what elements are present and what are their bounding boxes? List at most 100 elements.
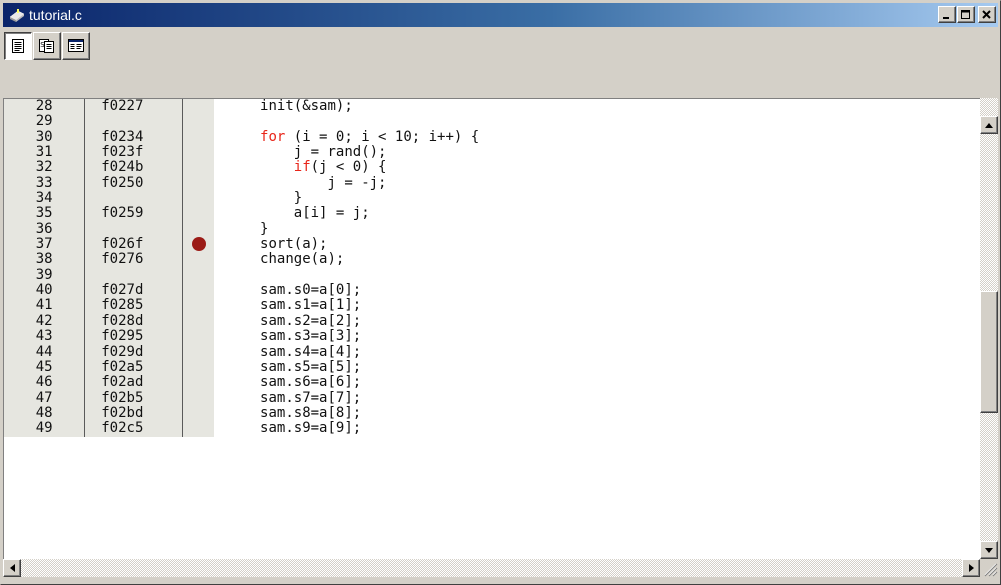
code-row[interactable]: 39 [4, 267, 981, 284]
breakpoint-gutter[interactable] [182, 390, 215, 406]
source-line: sort(a); [214, 236, 981, 253]
code-row[interactable]: 43 f0295 sam.s3=a[3]; [4, 328, 981, 345]
address: f0295 [84, 328, 184, 345]
code-row[interactable]: 28 f0227 init(&sam); [4, 98, 981, 115]
line-number: 31 [4, 144, 86, 161]
scroll-left-button[interactable] [3, 559, 21, 577]
breakpoint-gutter[interactable] [182, 359, 215, 376]
line-number: 32 [4, 160, 86, 176]
horizontal-scrollbar[interactable] [3, 559, 980, 577]
resize-grip-icon [984, 563, 998, 577]
source-line: if(j < 0) { [214, 159, 981, 176]
breakpoint-gutter[interactable] [182, 375, 215, 391]
breakpoint-icon[interactable] [191, 237, 206, 252]
source-text: j = -j; [327, 174, 387, 191]
code-row[interactable]: 29 [4, 113, 981, 130]
source-text: sam.s4=a[4]; [260, 343, 362, 360]
breakpoint-gutter[interactable] [182, 267, 215, 284]
breakpoint-gutter[interactable] [182, 160, 215, 176]
breakpoint-gutter[interactable] [182, 329, 215, 345]
code-row[interactable]: 38 f0276 change(a); [4, 252, 981, 268]
breakpoint-gutter[interactable] [182, 221, 215, 238]
keyword: if [293, 159, 311, 176]
scroll-right-button[interactable] [962, 559, 980, 577]
breakpoint-gutter[interactable] [182, 283, 215, 299]
breakpoint-gutter[interactable] [182, 313, 215, 330]
code-row[interactable]: 33 f0250 j = -j; [4, 174, 981, 192]
close-button[interactable] [978, 6, 996, 23]
code-row[interactable]: 48 f02bd sam.s8=a[8]; [4, 405, 981, 422]
source-text: (i = 0; i < 10; i++) { [285, 128, 480, 145]
code-row[interactable]: 47 f02b5 sam.s7=a[7]; [4, 390, 981, 406]
maximize-icon [961, 9, 970, 19]
window-title: tutorial.c [29, 7, 82, 23]
source-line: sam.s8=a[8]; [214, 405, 981, 422]
code-row[interactable]: 30 f0234 for (i = 0; i < 10; i++) { [4, 128, 981, 146]
line-number: 29 [4, 113, 86, 130]
code-row[interactable]: 40 f027d sam.s0=a[0]; [4, 282, 981, 299]
scroll-up-button[interactable] [980, 116, 998, 134]
code-row[interactable]: 46 f02ad sam.s6=a[6]; [4, 374, 981, 391]
resize-grip[interactable] [980, 559, 998, 577]
code-row[interactable]: 49 f02c5 sam.s9=a[9]; [4, 420, 981, 437]
address: f0227 [84, 99, 184, 115]
code-row[interactable]: 45 f02a5 sam.s5=a[5]; [4, 358, 981, 376]
source-text: j = rand(); [293, 144, 387, 161]
code-row[interactable]: 41 f0285 sam.s1=a[1]; [4, 298, 981, 314]
breakpoint-gutter[interactable] [182, 344, 215, 360]
breakpoint-gutter[interactable] [182, 114, 215, 130]
line-number: 48 [4, 405, 86, 422]
source-line: } [214, 190, 981, 207]
source-text: sort(a); [260, 236, 328, 253]
source-text: sam.s5=a[5]; [260, 358, 362, 375]
line-number: 40 [4, 282, 86, 299]
vertical-scroll-thumb[interactable] [980, 291, 998, 413]
address: f0259 [84, 206, 184, 222]
source-window: tutorial.c S 28 f0227 init(&sam); 29 30 … [0, 0, 1001, 585]
disassembly-view-icon [68, 39, 84, 52]
address [84, 267, 184, 284]
breakpoint-gutter[interactable] [182, 129, 215, 146]
source-line: sam.s1=a[1]; [214, 298, 981, 314]
code-row[interactable]: 37 f026f sort(a); [4, 236, 981, 253]
title-bar[interactable]: tutorial.c [3, 3, 998, 27]
breakpoint-gutter[interactable] [182, 405, 215, 422]
breakpoint-gutter[interactable] [182, 191, 215, 207]
vertical-scrollbar[interactable] [980, 98, 998, 559]
mixed-view-button[interactable]: S [33, 32, 61, 60]
address [84, 221, 184, 238]
source-view-button[interactable] [4, 32, 32, 60]
svg-text:S: S [40, 41, 45, 49]
breakpoint-gutter[interactable] [182, 175, 215, 192]
source-text: init(&sam); [260, 98, 353, 114]
address: f02ad [84, 374, 184, 391]
code-row[interactable]: 42 f028d sam.s2=a[2]; [4, 313, 981, 330]
source-editor[interactable]: 28 f0227 init(&sam); 29 30 f0234 for (i = 0; i… [3, 98, 981, 560]
code-row[interactable]: 31 f023f j = rand(); [4, 144, 981, 161]
arrow-up-icon [985, 122, 993, 128]
breakpoint-gutter[interactable] [182, 298, 215, 314]
disassembly-view-button[interactable] [62, 32, 90, 60]
breakpoint-gutter[interactable] [182, 252, 215, 268]
code-row[interactable]: 34 } [4, 190, 981, 207]
scroll-down-button[interactable] [980, 541, 998, 559]
breakpoint-gutter[interactable] [182, 145, 215, 161]
maximize-button[interactable] [957, 6, 975, 23]
application-icon[interactable] [9, 7, 25, 23]
code-row[interactable]: 36} [4, 221, 981, 238]
arrow-down-icon [985, 547, 993, 553]
minimize-button[interactable] [938, 6, 956, 23]
source-line: j = rand(); [214, 144, 981, 161]
breakpoint-gutter[interactable] [182, 206, 215, 222]
breakpoint-gutter[interactable] [182, 237, 215, 253]
code-row[interactable]: 35 f0259 a[i] = j; [4, 205, 981, 222]
code-row[interactable]: 32 f024b if(j < 0) { [4, 159, 981, 176]
breakpoint-gutter[interactable] [182, 421, 215, 437]
breakpoint-gutter[interactable] [182, 99, 215, 115]
code-row[interactable]: 44 f029d sam.s4=a[4]; [4, 343, 981, 360]
address: f024b [84, 160, 184, 176]
